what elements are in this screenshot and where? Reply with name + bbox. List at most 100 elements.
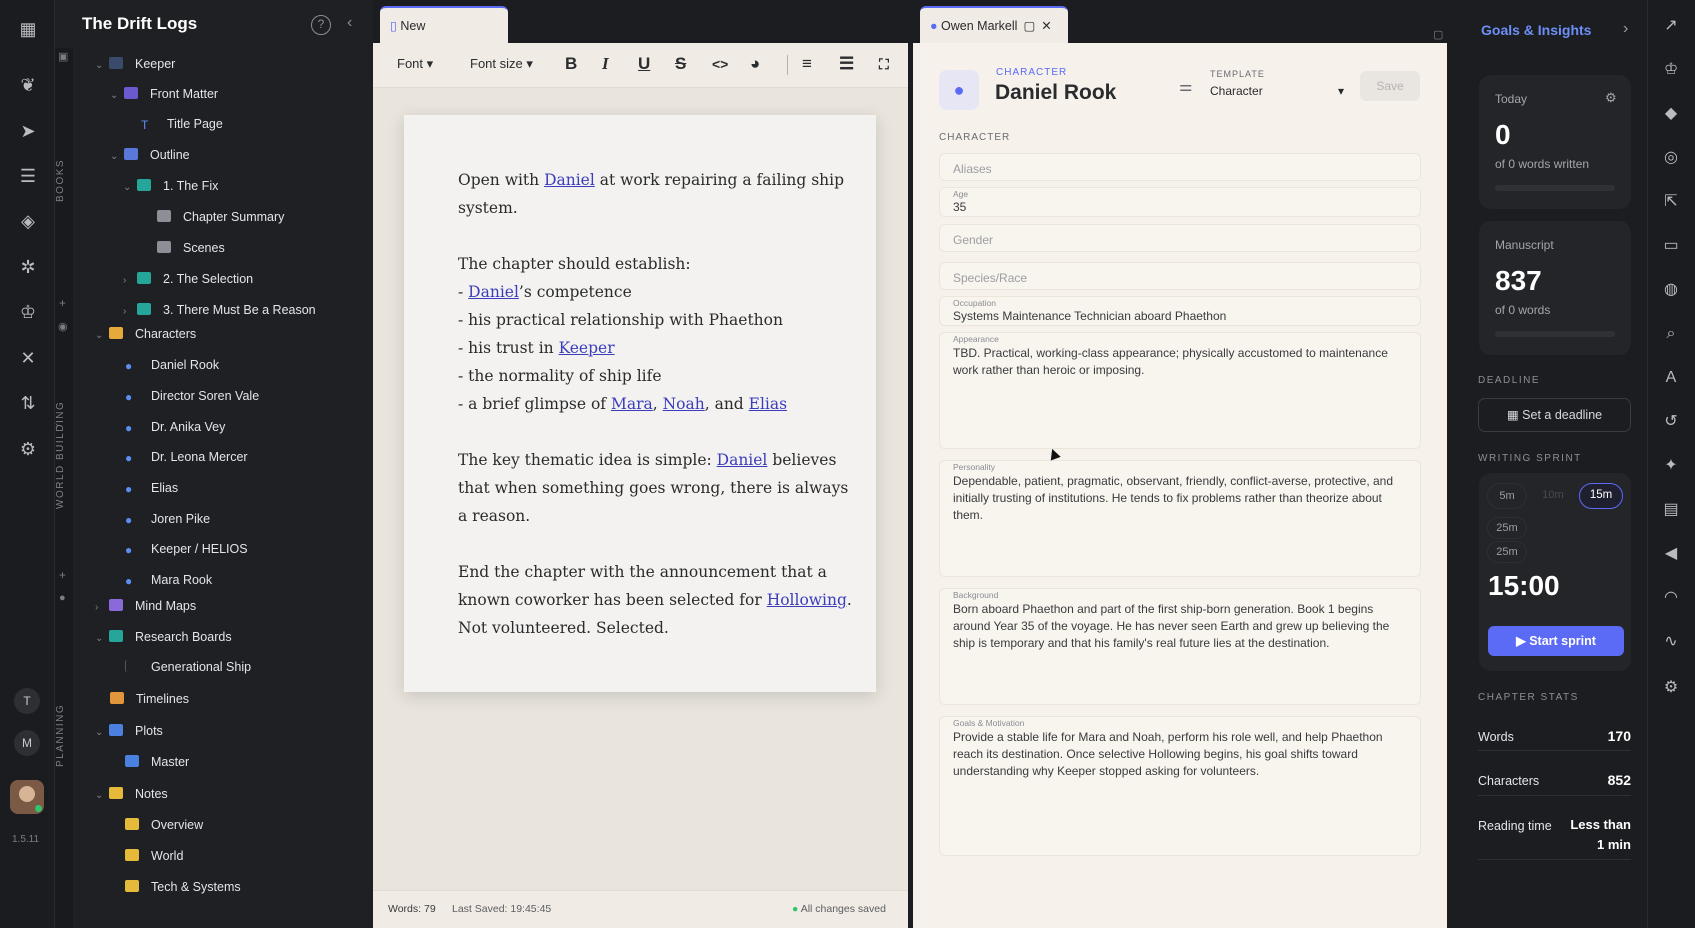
add-icon[interactable]: + bbox=[59, 568, 66, 582]
start-sprint-button[interactable]: ▶ Start sprint bbox=[1488, 626, 1624, 656]
underline-icon[interactable]: U bbox=[638, 54, 650, 74]
link-hollowing[interactable]: Hollowing bbox=[767, 591, 847, 609]
tree-item-there-must-be-a-reason[interactable]: › 3. There Must Be a Reason bbox=[123, 297, 316, 323]
gender-field[interactable]: Gender bbox=[939, 224, 1421, 252]
sprint-option-10m[interactable]: 10m bbox=[1533, 483, 1573, 509]
swirl-icon[interactable]: ◍ bbox=[1661, 280, 1681, 300]
tab-new-scene[interactable]: ▯ New Scene▢✕ bbox=[380, 6, 508, 70]
trophy-icon[interactable]: ♔ bbox=[17, 301, 39, 323]
link-daniel[interactable]: Daniel bbox=[717, 451, 768, 469]
tree-item-dr-anika-vey[interactable]: ● Dr. Anika Vey bbox=[125, 414, 225, 440]
tree-item-title-page[interactable]: T Title Page bbox=[141, 111, 223, 137]
add-icon[interactable]: + bbox=[59, 296, 66, 310]
link-mara[interactable]: Mara bbox=[611, 395, 653, 413]
link-elias[interactable]: Elias bbox=[749, 395, 787, 413]
sort-icon[interactable]: ⇅ bbox=[17, 392, 39, 414]
tag-icon[interactable]: ◈ bbox=[17, 210, 39, 232]
sparkle-icon[interactable]: ✦ bbox=[1661, 456, 1681, 476]
tree-item-keeper[interactable]: ⌄ Keeper bbox=[95, 51, 175, 77]
sprint-option-25m[interactable]: 25m bbox=[1487, 541, 1527, 563]
link-keeper[interactable]: Keeper bbox=[559, 339, 615, 357]
bulb-icon[interactable]: ● bbox=[59, 592, 66, 604]
help-icon[interactable]: ? bbox=[311, 15, 331, 35]
occupation-field[interactable]: Occupation Systems Maintenance Technician… bbox=[939, 296, 1421, 326]
tree-item-generational-ship[interactable]: Generational Ship bbox=[125, 654, 251, 680]
gear-icon[interactable]: ⚙ bbox=[17, 438, 39, 460]
tree-item-research-boards[interactable]: ⌄ Research Boards bbox=[95, 624, 232, 650]
save-button[interactable]: Save bbox=[1360, 71, 1420, 101]
template-select[interactable]: Character ▾ bbox=[1210, 84, 1344, 98]
tree-item-mara-rook[interactable]: ● Mara Rook bbox=[125, 567, 212, 593]
tree-item-the-selection[interactable]: › 2. The Selection bbox=[123, 266, 253, 292]
tree-item-front-matter[interactable]: ⌄ Front Matter bbox=[110, 81, 218, 107]
speaker-icon[interactable]: ◀ bbox=[1661, 544, 1681, 564]
tree-item-overview[interactable]: Overview bbox=[125, 812, 203, 838]
tree-item-scenes[interactable]: Scenes bbox=[157, 235, 225, 261]
window-icon[interactable]: ▢ bbox=[1023, 19, 1035, 33]
tag-icon[interactable]: ◆ bbox=[1661, 104, 1681, 124]
tree-item-dr-leona-mercer[interactable]: ● Dr. Leona Mercer bbox=[125, 444, 248, 470]
tree-item-elias[interactable]: ● Elias bbox=[125, 475, 178, 501]
rss-icon[interactable]: ◠ bbox=[1661, 588, 1681, 608]
globe-icon[interactable]: ◎ bbox=[1661, 148, 1681, 168]
age-field[interactable]: Age 35 bbox=[939, 187, 1421, 217]
font-dropdown[interactable]: Font ▾ bbox=[397, 56, 433, 72]
tree-item-daniel-rook[interactable]: ● Daniel Rook bbox=[125, 352, 219, 378]
history-icon[interactable]: ↺ bbox=[1661, 412, 1681, 432]
comment-icon[interactable]: ▭ bbox=[1661, 236, 1681, 256]
window-icon[interactable]: ▢ bbox=[1433, 28, 1443, 41]
tree-item-master[interactable]: Master bbox=[125, 749, 189, 775]
line-spacing-icon[interactable]: ☰ bbox=[839, 54, 854, 74]
grid-icon[interactable]: ▦ bbox=[17, 18, 39, 40]
tree-item-joren-pike[interactable]: ● Joren Pike bbox=[125, 506, 210, 532]
tree-item-keeper-helios[interactable]: ● Keeper / HELIOS bbox=[125, 536, 248, 562]
tree-item-the-fix[interactable]: ⌄ 1. The Fix bbox=[123, 173, 218, 199]
tree-item-tech-systems[interactable]: Tech & Systems bbox=[125, 874, 241, 900]
tree-item-characters[interactable]: ⌄ Characters bbox=[95, 321, 196, 347]
tree-item-mind-maps[interactable]: › Mind Maps bbox=[95, 593, 196, 619]
gear-icon[interactable]: ⚙ bbox=[1661, 678, 1681, 698]
strikethrough-icon[interactable]: S bbox=[675, 54, 686, 74]
sliders-icon[interactable]: ⚌ bbox=[1179, 77, 1192, 95]
network-icon[interactable]: ✲ bbox=[17, 256, 39, 278]
appearance-field[interactable]: Appearance TBD. Practical, working-class … bbox=[939, 332, 1421, 449]
chat-icon[interactable]: ▤ bbox=[1661, 500, 1681, 520]
background-field[interactable]: Background Born aboard Phaethon and part … bbox=[939, 588, 1421, 705]
document-page[interactable]: Open with Daniel at work repairing a fai… bbox=[404, 115, 876, 692]
spellcheck-icon[interactable]: A bbox=[1661, 368, 1681, 388]
trophy-icon[interactable]: ♔ bbox=[1661, 60, 1681, 80]
avatar-m[interactable]: M bbox=[14, 730, 40, 756]
bold-icon[interactable]: B bbox=[565, 54, 577, 74]
fullscreen-icon[interactable]: ⛶ bbox=[879, 56, 889, 73]
sprint-option-15m[interactable]: 15m bbox=[1579, 483, 1623, 509]
search-icon[interactable]: ⌕ bbox=[1661, 324, 1681, 344]
globe-icon[interactable]: ◉ bbox=[58, 320, 68, 333]
aliases-field[interactable]: Aliases bbox=[939, 153, 1421, 181]
personality-field[interactable]: Personality Dependable, patient, pragmati… bbox=[939, 460, 1421, 577]
set-deadline-button[interactable]: ▦ Set a deadline bbox=[1478, 398, 1631, 432]
checklist-icon[interactable]: ☰ bbox=[17, 165, 39, 187]
sprint-option-25m[interactable]: 25m bbox=[1487, 517, 1527, 539]
align-left-icon[interactable]: ≡ bbox=[802, 54, 812, 74]
tab-owen-markell[interactable]: ● Owen Markell ▢ ✕ bbox=[920, 6, 1068, 43]
books-icon[interactable]: ▣ bbox=[58, 50, 68, 63]
user-avatar[interactable] bbox=[10, 780, 44, 814]
avatar-t[interactable]: T bbox=[14, 688, 40, 714]
chevron-right-icon[interactable]: › bbox=[1623, 20, 1628, 38]
tree-item-world[interactable]: World bbox=[125, 843, 183, 869]
gear-icon[interactable]: ⚙ bbox=[1605, 90, 1617, 106]
link-noah[interactable]: Noah bbox=[663, 395, 705, 413]
font-size-dropdown[interactable]: Font size ▾ bbox=[470, 56, 533, 72]
sprint-option-5m[interactable]: 5m bbox=[1487, 483, 1527, 509]
tree-item-outline[interactable]: ⌄ Outline bbox=[110, 142, 190, 168]
leaf-icon[interactable]: ❦ bbox=[17, 74, 39, 96]
code-icon[interactable]: <> bbox=[712, 56, 728, 72]
link-daniel[interactable]: Daniel bbox=[544, 171, 595, 189]
chevron-left-icon[interactable]: ‹ bbox=[347, 14, 352, 32]
character-name[interactable]: Daniel Rook bbox=[995, 81, 1116, 105]
analytics-icon[interactable]: ∿ bbox=[1661, 632, 1681, 652]
species-field[interactable]: Species/Race bbox=[939, 262, 1421, 290]
italic-icon[interactable]: I bbox=[602, 54, 609, 74]
pointer-icon[interactable]: ➤ bbox=[17, 120, 39, 142]
tools-icon[interactable]: ✕ bbox=[17, 347, 39, 369]
